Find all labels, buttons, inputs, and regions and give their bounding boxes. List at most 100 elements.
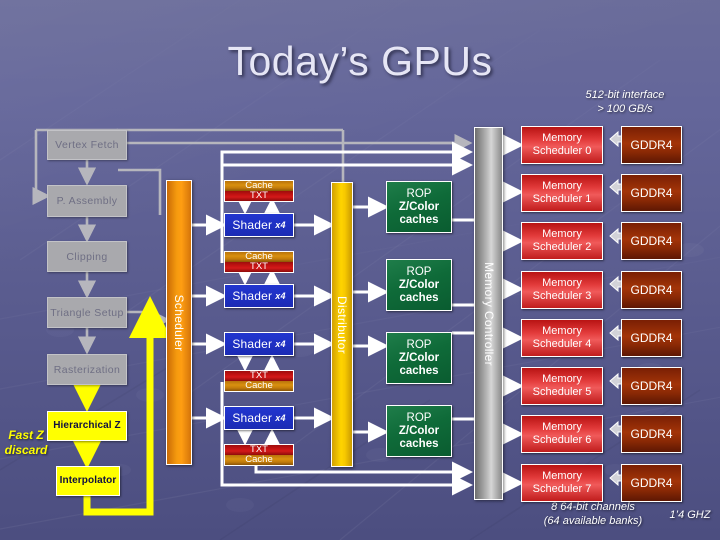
shader-block-3-label: Shader — [232, 411, 273, 425]
gddr4-module-2-label: GDDR4 — [630, 234, 673, 248]
rop-block-3-line2: Z/Color — [398, 424, 440, 437]
shader-block-0-label: Shader — [232, 218, 273, 232]
memory-scheduler-3[interactable]: Memory Scheduler 3 — [521, 271, 603, 309]
cache-block-2[interactable]: Cache — [224, 380, 294, 392]
memory-scheduler-1-line2: Scheduler 1 — [532, 193, 592, 205]
fast-z-line2: discard — [4, 443, 48, 457]
memory-scheduler-7-line2: Scheduler 7 — [532, 483, 592, 495]
memory-interface-note: 512-bit interface > 100 GB/s — [540, 88, 710, 116]
memory-interface-line2: > 100 GB/s — [597, 103, 653, 115]
stage-interpolator[interactable]: Interpolator — [56, 466, 120, 496]
gddr4-module-4-label: GDDR4 — [630, 331, 673, 345]
memory-scheduler-0-line2: Scheduler 0 — [532, 145, 592, 157]
memory-scheduler-0-line1: Memory — [542, 132, 582, 144]
gddr4-module-6[interactable]: GDDR4 — [621, 415, 682, 453]
gddr4-module-1[interactable]: GDDR4 — [621, 174, 682, 212]
stage-p-assembly[interactable]: P. Assembly — [47, 185, 127, 217]
gddr4-module-4[interactable]: GDDR4 — [621, 319, 682, 357]
rop-block-0-line3: caches — [399, 213, 439, 226]
rop-block-1-line1: ROP — [406, 265, 432, 278]
gddr4-module-2[interactable]: GDDR4 — [621, 222, 682, 260]
cache-block-2-label: Cache — [245, 380, 273, 391]
memory-scheduler-6[interactable]: Memory Scheduler 6 — [521, 415, 603, 453]
gddr4-module-5[interactable]: GDDR4 — [621, 367, 682, 405]
memory-scheduler-5-line2: Scheduler 5 — [532, 386, 592, 398]
gddr4-module-0-label: GDDR4 — [630, 138, 673, 152]
shader-block-3-multiplier: x4 — [275, 413, 286, 423]
rop-block-0[interactable]: ROP Z/Color caches — [386, 181, 452, 233]
memory-controller-label: Memory Controller — [481, 261, 496, 366]
stage-triangle-setup[interactable]: Triangle Setup — [47, 297, 127, 328]
stage-triangle-setup-label: Triangle Setup — [50, 306, 124, 319]
gddr4-module-7-label: GDDR4 — [630, 476, 673, 490]
gddr4-module-3[interactable]: GDDR4 — [621, 271, 682, 309]
rop-block-0-line2: Z/Color — [398, 200, 440, 213]
memory-scheduler-5-line1: Memory — [542, 373, 582, 385]
memory-scheduler-4[interactable]: Memory Scheduler 4 — [521, 319, 603, 357]
stage-hierarchical-z[interactable]: Hierarchical Z — [47, 411, 127, 441]
memory-scheduler-2-line1: Memory — [542, 228, 582, 240]
shader-block-0-multiplier: x4 — [275, 220, 286, 230]
stage-vertex-fetch-label: Vertex Fetch — [55, 139, 119, 151]
gddr4-module-6-label: GDDR4 — [630, 427, 673, 441]
shader-block-1-label: Shader — [232, 289, 273, 303]
memory-scheduler-2[interactable]: Memory Scheduler 2 — [521, 222, 603, 260]
rop-block-3-line1: ROP — [406, 411, 432, 424]
rop-block-3[interactable]: ROP Z/Color caches — [386, 405, 452, 457]
shader-block-1[interactable]: Shader x4 — [224, 284, 294, 308]
gddr4-module-5-label: GDDR4 — [630, 379, 673, 393]
memory-scheduler-4-line1: Memory — [542, 325, 582, 337]
gddr4-module-1-label: GDDR4 — [630, 186, 673, 200]
rop-block-2-line1: ROP — [406, 338, 432, 351]
slide-canvas: Today’s GPUs 512-bit interface > 100 GB/… — [0, 0, 720, 540]
memory-scheduler-0[interactable]: Memory Scheduler 0 — [521, 126, 603, 164]
scheduler-label: Scheduler — [172, 294, 186, 351]
memory-scheduler-1[interactable]: Memory Scheduler 1 — [521, 174, 603, 212]
cache-block-3[interactable]: Cache — [224, 454, 294, 466]
page-title: Today’s GPUs — [227, 38, 493, 84]
txt-block-1-label: TXT — [250, 261, 268, 272]
gddr4-module-0[interactable]: GDDR4 — [621, 126, 682, 164]
stage-p-assembly-label: P. Assembly — [56, 195, 118, 207]
rop-block-2[interactable]: ROP Z/Color caches — [386, 332, 452, 384]
memory-scheduler-2-line2: Scheduler 2 — [532, 241, 592, 253]
stage-vertex-fetch[interactable]: Vertex Fetch — [47, 130, 127, 160]
memory-scheduler-7-line1: Memory — [542, 470, 582, 482]
memory-scheduler-7[interactable]: Memory Scheduler 7 — [521, 464, 603, 502]
fast-z-discard-note: Fast Z discard — [0, 428, 52, 458]
memory-scheduler-5[interactable]: Memory Scheduler 5 — [521, 367, 603, 405]
txt-block-0[interactable]: TXT — [224, 190, 294, 202]
memory-controller-bar[interactable]: Memory Controller — [474, 127, 503, 500]
memory-scheduler-6-line1: Memory — [542, 421, 582, 433]
gddr4-module-7[interactable]: GDDR4 — [621, 464, 682, 502]
fast-z-line1: Fast Z — [8, 428, 44, 442]
gddr4-module-3-label: GDDR4 — [630, 283, 673, 297]
txt-block-0-label: TXT — [250, 190, 268, 201]
scheduler-bar[interactable]: Scheduler — [166, 180, 192, 465]
rop-block-0-line1: ROP — [406, 187, 432, 200]
stage-interpolator-label: Interpolator — [59, 475, 117, 486]
shader-block-1-multiplier: x4 — [275, 291, 286, 301]
stage-hierarchical-z-label: Hierarchical Z — [53, 420, 121, 431]
stage-clipping-label: Clipping — [66, 250, 108, 263]
distributor-bar[interactable]: Distributor — [331, 182, 353, 467]
shader-block-0[interactable]: Shader x4 — [224, 213, 294, 237]
rop-block-3-line3: caches — [399, 437, 439, 450]
shader-block-2-label: Shader — [232, 337, 273, 351]
distributor-label: Distributor — [335, 295, 349, 354]
memory-scheduler-3-line2: Scheduler 3 — [532, 290, 592, 302]
stage-rasterization[interactable]: Rasterization — [47, 354, 127, 385]
memory-interface-line1: 512-bit interface — [585, 89, 665, 101]
cache-block-3-label: Cache — [245, 454, 273, 465]
rop-block-1-line2: Z/Color — [398, 278, 440, 291]
memory-scheduler-3-line1: Memory — [542, 277, 582, 289]
memory-scheduler-4-line2: Scheduler 4 — [532, 338, 592, 350]
shader-block-3[interactable]: Shader x4 — [224, 406, 294, 430]
rop-block-2-line3: caches — [399, 364, 439, 377]
shader-block-2[interactable]: Shader x4 — [224, 332, 294, 356]
memory-scheduler-6-line2: Scheduler 6 — [532, 434, 592, 446]
rop-block-2-line2: Z/Color — [398, 351, 440, 364]
stage-clipping[interactable]: Clipping — [47, 241, 127, 272]
rop-block-1[interactable]: ROP Z/Color caches — [386, 259, 452, 311]
txt-block-1[interactable]: TXT — [224, 261, 294, 273]
